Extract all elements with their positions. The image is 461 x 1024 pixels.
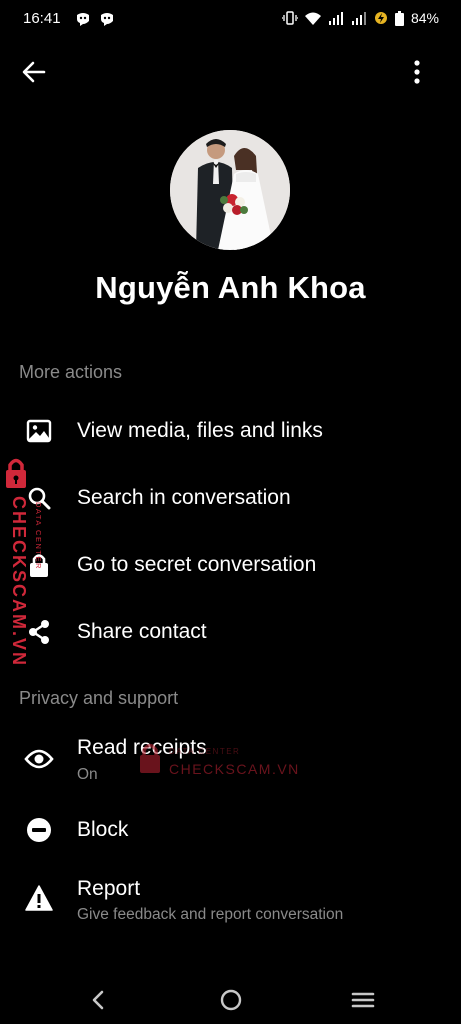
watermark-tagline: DATA CENTER	[169, 747, 241, 756]
watermark-tagline: DATA CENTER	[34, 502, 43, 570]
row-label: Report	[77, 877, 141, 900]
battery-icon	[394, 10, 404, 26]
notification-icons	[75, 12, 115, 26]
vibrate-icon	[281, 11, 298, 25]
nav-recents-button[interactable]	[348, 985, 378, 1015]
nav-back-button[interactable]	[83, 985, 113, 1015]
watermark-brand: CHECKSCAM.VN	[169, 761, 300, 777]
wedding-photo-icon	[170, 130, 290, 250]
circle-home-icon	[220, 989, 242, 1011]
avatar[interactable]	[170, 130, 290, 250]
view-media-files-links-item[interactable]: View media, files and links	[0, 401, 461, 461]
system-indicators: 84%	[281, 10, 439, 26]
search-in-conversation-item[interactable]: Search in conversation	[0, 468, 461, 528]
section-title-more-actions: More actions	[19, 362, 123, 382]
share-contact-item[interactable]: Share contact	[0, 602, 461, 662]
watermark-brand: CHECKSCAM.VN	[9, 496, 29, 668]
eye-icon	[24, 744, 54, 774]
row-label: Go to secret conversation	[77, 553, 317, 576]
row-sublabel: On	[77, 766, 98, 783]
chevron-left-icon	[92, 990, 104, 1010]
battery-percent: 84%	[410, 10, 439, 26]
watermark-lock-icon	[6, 458, 26, 488]
watermark-lock-icon	[140, 743, 160, 773]
row-label: Search in conversation	[77, 486, 291, 509]
warning-icon	[24, 883, 54, 913]
block-item[interactable]: Block	[0, 800, 461, 860]
row-label: Share contact	[77, 620, 207, 643]
row-label: Block	[77, 818, 129, 841]
go-to-secret-conversation-item[interactable]: Go to secret conversation	[0, 535, 461, 595]
watermark-horizontal: DATA CENTER CHECKSCAM.VN	[137, 741, 300, 781]
image-icon	[24, 416, 54, 446]
wifi-icon	[304, 12, 321, 25]
system-navigation-bar	[0, 975, 461, 1024]
profile-name: Nguyễn Anh Khoa	[95, 270, 366, 305]
battery-saver-icon	[374, 12, 387, 24]
row-sublabel: Give feedback and report conversation	[77, 906, 344, 923]
signal-icon	[328, 11, 343, 25]
block-icon	[24, 815, 54, 845]
signal-icon	[351, 11, 366, 25]
section-title-privacy-support: Privacy and support	[19, 688, 179, 708]
messenger-notification-icon	[101, 13, 113, 26]
more-options-button[interactable]	[403, 58, 431, 86]
nav-home-button[interactable]	[216, 985, 246, 1015]
watermark-vertical: CHECKSCAM.VN DATA CENTER	[2, 456, 46, 667]
back-button[interactable]	[20, 58, 50, 86]
row-label: View media, files and links	[77, 419, 323, 442]
status-bar: 16:41 84%	[0, 0, 461, 40]
menu-lines-icon	[351, 992, 375, 1008]
report-item[interactable]: Report Give feedback and report conversa…	[0, 866, 461, 930]
messenger-notification-icon	[77, 13, 89, 26]
status-time: 16:41	[23, 10, 61, 27]
arrow-left-icon	[22, 61, 46, 83]
more-vert-icon	[414, 60, 420, 84]
